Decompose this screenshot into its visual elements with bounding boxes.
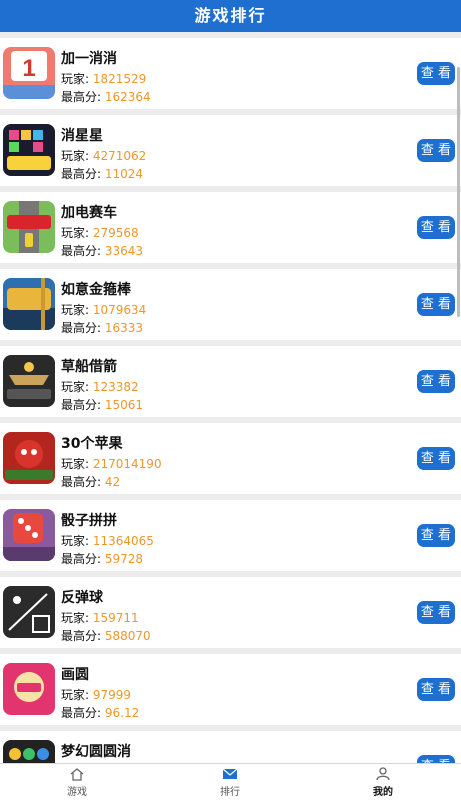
high-score-stat: 最高分: 59728	[61, 552, 144, 566]
players-stat: 玩家: 159711	[61, 611, 139, 625]
game-thumbnail	[3, 586, 55, 638]
tab-label: 排行	[220, 787, 240, 798]
svg-text:1: 1	[22, 55, 35, 82]
view-button[interactable]: 查 看	[417, 139, 455, 162]
players-stat: 玩家: 11364065	[61, 534, 154, 548]
game-row-6[interactable]: 骰子拼拼 玩家: 11364065 最高分: 59728 查 看	[0, 500, 461, 571]
view-button[interactable]: 查 看	[417, 62, 455, 85]
game-row-8[interactable]: 画圆 玩家: 97999 最高分: 96.12 查 看	[0, 654, 461, 725]
mail-icon	[222, 768, 238, 779]
view-button[interactable]: 查 看	[417, 216, 455, 239]
home-icon	[70, 768, 84, 781]
scrollbar[interactable]	[457, 67, 460, 317]
view-button[interactable]: 查 看	[417, 370, 455, 393]
players-stat: 玩家: 97999	[61, 688, 132, 702]
view-button[interactable]: 查 看	[417, 755, 455, 763]
game-name: 骰子拼拼	[61, 513, 117, 529]
tab-label: 我的	[373, 787, 393, 798]
game-name: 画圆	[61, 667, 89, 683]
game-row-0[interactable]: 1 加一消消 玩家: 1821529 最高分: 162364 查 看	[0, 38, 461, 109]
game-thumbnail	[3, 740, 55, 763]
high-score-stat: 最高分: 11024	[61, 167, 144, 181]
game-row-3[interactable]: 如意金箍棒 玩家: 1079634 最高分: 16333 查 看	[0, 269, 461, 340]
game-name: 反弹球	[61, 590, 103, 606]
view-button[interactable]: 查 看	[417, 293, 455, 316]
high-score-stat: 最高分: 33643	[61, 244, 144, 258]
game-name: 消星星	[61, 128, 103, 144]
game-thumbnail	[3, 124, 55, 176]
game-row-1[interactable]: 消星星 玩家: 4271062 最高分: 11024 查 看	[0, 115, 461, 186]
game-row-9[interactable]: 梦幻圆圆消 查 看	[0, 731, 461, 763]
players-stat: 玩家: 279568	[61, 226, 139, 240]
players-stat: 玩家: 217014190	[61, 457, 162, 471]
tab-mine[interactable]: 我的	[343, 764, 423, 800]
game-name: 30个苹果	[61, 436, 123, 452]
high-score-stat: 最高分: 15061	[61, 398, 144, 412]
game-name: 草船借箭	[61, 359, 117, 375]
view-button[interactable]: 查 看	[417, 447, 455, 470]
bottom-tab-bar: 游戏 排行 我的	[0, 763, 461, 800]
game-name: 如意金箍棒	[61, 282, 131, 298]
game-name: 加一消消	[61, 51, 117, 67]
game-name: 梦幻圆圆消	[61, 744, 131, 760]
high-score-stat: 最高分: 96.12	[61, 706, 140, 720]
game-thumbnail	[3, 509, 55, 561]
high-score-stat: 最高分: 588070	[61, 629, 151, 643]
view-button[interactable]: 查 看	[417, 601, 455, 624]
tab-ranking[interactable]: 排行	[190, 764, 270, 800]
game-thumbnail	[3, 663, 55, 715]
game-thumbnail	[3, 201, 55, 253]
players-stat: 玩家: 1079634	[61, 303, 147, 317]
game-thumbnail	[3, 278, 55, 330]
user-icon	[376, 767, 390, 781]
tab-games[interactable]: 游戏	[37, 764, 117, 800]
game-row-2[interactable]: 加电赛车 玩家: 279568 最高分: 33643 查 看	[0, 192, 461, 263]
game-thumbnail: 1	[3, 47, 55, 99]
game-row-4[interactable]: 草船借箭 玩家: 123382 最高分: 15061 查 看	[0, 346, 461, 417]
players-stat: 玩家: 4271062	[61, 149, 147, 163]
ranking-list[interactable]: 1 加一消消 玩家: 1821529 最高分: 162364 查 看 消星星 玩…	[0, 32, 461, 763]
high-score-stat: 最高分: 42	[61, 475, 121, 489]
view-button[interactable]: 查 看	[417, 678, 455, 701]
players-stat: 玩家: 1821529	[61, 72, 147, 86]
game-thumbnail	[3, 355, 55, 407]
game-thumbnail	[3, 432, 55, 484]
high-score-stat: 最高分: 162364	[61, 90, 151, 104]
view-button[interactable]: 查 看	[417, 524, 455, 547]
high-score-stat: 最高分: 16333	[61, 321, 144, 335]
game-row-5[interactable]: 30个苹果 玩家: 217014190 最高分: 42 查 看	[0, 423, 461, 494]
players-stat: 玩家: 123382	[61, 380, 139, 394]
game-row-7[interactable]: 反弹球 玩家: 159711 最高分: 588070 查 看	[0, 577, 461, 648]
tab-label: 游戏	[67, 787, 87, 798]
page-title: 游戏排行	[0, 0, 461, 32]
game-name: 加电赛车	[61, 205, 117, 221]
